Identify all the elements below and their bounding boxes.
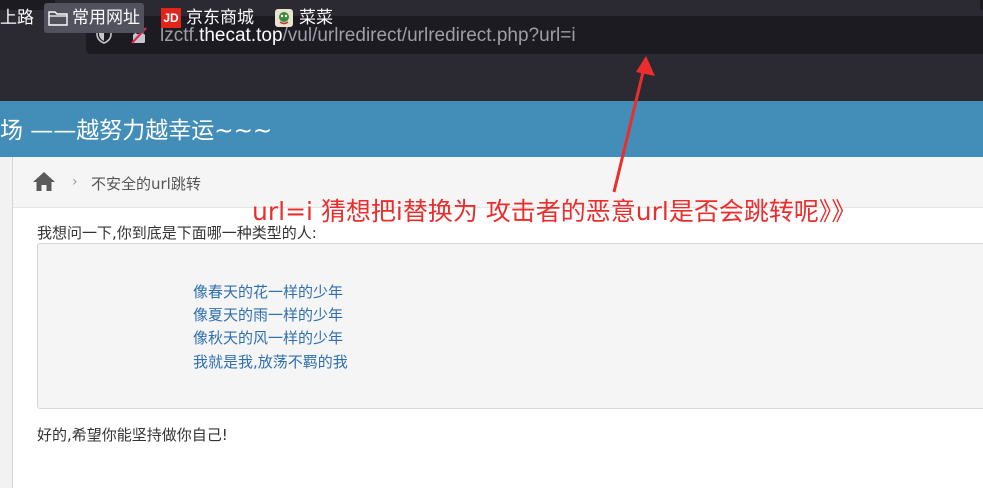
- home-icon[interactable]: [32, 170, 56, 192]
- site-title: 靶场 ——越努力越幸运~~~: [0, 118, 273, 144]
- bookmark-label: 京东商城: [186, 8, 254, 28]
- bookmark-folder-common[interactable]: 常用网址: [44, 3, 144, 33]
- bookmark-caicai[interactable]: 菜菜: [274, 3, 333, 33]
- choice-link-summer[interactable]: 像夏天的雨一样的少年: [193, 304, 343, 325]
- bookmarks-toolbar: [0, 65, 983, 101]
- breadcrumb-separator: ›: [72, 174, 78, 190]
- annotation-text: url=i 猜想把i替换为 攻击者的恶意url是否会跳转呢》》: [252, 197, 857, 226]
- choice-link-autumn[interactable]: 像秋天的风一样的少年: [193, 327, 343, 348]
- choice-link-myself[interactable]: 我就是我,放荡不羁的我: [193, 351, 348, 372]
- sidebar: [0, 157, 13, 488]
- breadcrumb-current: 不安全的url跳转: [91, 175, 201, 193]
- bookmark-shanglu[interactable]: 上路: [0, 3, 34, 33]
- cai-icon: [275, 9, 293, 27]
- jd-icon: JD: [161, 8, 181, 28]
- bookmark-jd[interactable]: JD 京东商城: [161, 3, 254, 33]
- choice-link-spring[interactable]: 像春天的花一样的少年: [193, 281, 343, 302]
- reply-text: 好的,希望你能坚持做你自己!: [37, 426, 228, 444]
- bookmark-label: 常用网址: [72, 8, 140, 28]
- choices-panel: [37, 243, 983, 409]
- bookmark-label: 菜菜: [299, 8, 333, 28]
- bookmark-label: 上路: [0, 8, 34, 28]
- tab-strip: [0, 0, 983, 10]
- folder-icon: [48, 11, 68, 26]
